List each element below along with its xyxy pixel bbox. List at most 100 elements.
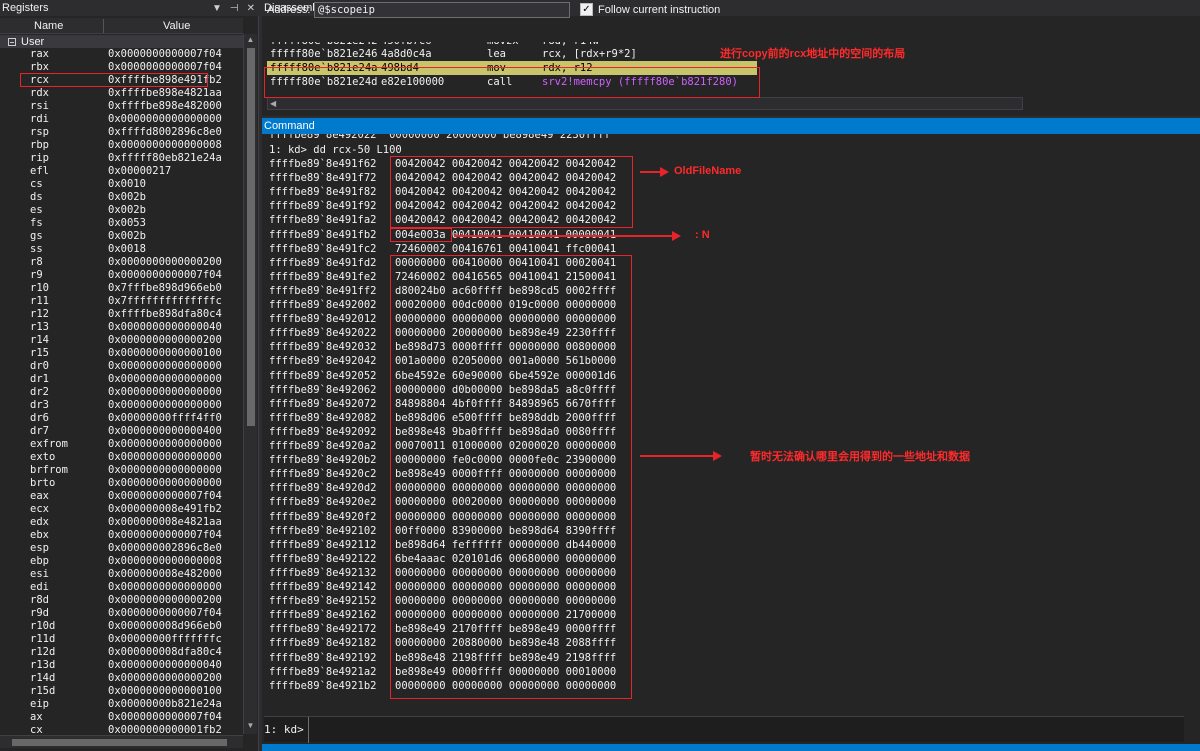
register-value[interactable]: 0x000000002896c8e0 (108, 542, 222, 555)
register-value[interactable]: 0x0000000000000000 (108, 386, 222, 399)
register-row-dr2[interactable]: dr2 0x0000000000000000 (0, 386, 243, 399)
command-input[interactable] (308, 717, 1178, 743)
register-value[interactable]: 0xffffd8002896c8e0 (108, 126, 222, 139)
register-value[interactable]: 0x002b (108, 230, 146, 243)
register-row-rbp[interactable]: rbp 0x0000000000000008 (0, 139, 243, 152)
register-row-r14d[interactable]: r14d 0x0000000000000200 (0, 672, 243, 685)
registers-horizontal-scrollbar[interactable] (0, 735, 243, 748)
register-value[interactable]: 0x0000000000000008 (108, 139, 222, 152)
register-row-r15[interactable]: r15 0x0000000000000100 (0, 347, 243, 360)
register-value[interactable]: 0x0000000000007f04 (108, 269, 222, 282)
register-row-fs[interactable]: fs 0x0053 (0, 217, 243, 230)
register-row-dr6[interactable]: dr6 0x00000000ffff4ff0 (0, 412, 243, 425)
register-row-es[interactable]: es 0x002b (0, 204, 243, 217)
register-value[interactable]: 0x000000008d966eb0 (108, 620, 222, 633)
register-value[interactable]: 0x0000000000000200 (108, 594, 222, 607)
register-value[interactable]: 0x0018 (108, 243, 146, 256)
register-row-efl[interactable]: efl 0x00000217 (0, 165, 243, 178)
register-row-dr7[interactable]: dr7 0x0000000000000400 (0, 425, 243, 438)
column-name-header[interactable]: Name (34, 20, 63, 32)
register-row-gs[interactable]: gs 0x002b (0, 230, 243, 243)
scrollbar-thumb[interactable] (12, 739, 227, 746)
register-row-exto[interactable]: exto 0x0000000000000000 (0, 451, 243, 464)
column-divider[interactable] (103, 19, 104, 33)
register-row-ecx[interactable]: ecx 0x000000008e491fb2 (0, 503, 243, 516)
register-row-r14[interactable]: r14 0x0000000000000200 (0, 334, 243, 347)
scroll-left-arrow[interactable]: ◀ (270, 98, 276, 109)
register-row-rsi[interactable]: rsi 0xffffbe898e482000 (0, 100, 243, 113)
register-row-rdi[interactable]: rdi 0x0000000000000000 (0, 113, 243, 126)
register-row-r11d[interactable]: r11d 0x00000000fffffffc (0, 633, 243, 646)
register-value[interactable]: 0xfffff80eb821e24a (108, 152, 222, 165)
register-row-exfrom[interactable]: exfrom 0x0000000000000000 (0, 438, 243, 451)
register-row-r8[interactable]: r8 0x0000000000000200 (0, 256, 243, 269)
scroll-down-arrow[interactable]: ▼ (244, 720, 257, 732)
register-row-eax[interactable]: eax 0x0000000000007f04 (0, 490, 243, 503)
register-row-r10[interactable]: r10 0x7fffbe898d966eb0 (0, 282, 243, 295)
register-value[interactable]: 0xffffbe898dfa80c4 (108, 308, 222, 321)
address-input[interactable] (314, 2, 570, 18)
register-group-user[interactable]: User (0, 35, 243, 48)
register-value[interactable]: 0x000000008e491fb2 (108, 503, 222, 516)
register-value[interactable]: 0x0000000000007f04 (108, 607, 222, 620)
register-row-rdx[interactable]: rdx 0xffffbe898e4821aa (0, 87, 243, 100)
pin-icon[interactable]: ⊣ (230, 3, 239, 14)
register-value[interactable]: 0x0000000000000200 (108, 256, 222, 269)
register-value[interactable]: 0x0000000000000000 (108, 373, 222, 386)
register-value[interactable]: 0x0000000000000000 (108, 464, 222, 477)
register-row-dr1[interactable]: dr1 0x0000000000000000 (0, 373, 243, 386)
disassembly-row[interactable]: fffff80e`b821e246 4a8d0c4a lea rcx, [rdx+r9… (267, 47, 1027, 61)
register-value[interactable]: 0x000000008dfa80c4 (108, 646, 222, 659)
register-row-eip[interactable]: eip 0x00000000b821e24a (0, 698, 243, 711)
register-value[interactable]: 0x00000000b821e24a (108, 698, 222, 711)
follow-instruction-checkbox[interactable]: ✓ (580, 3, 593, 16)
collapse-icon[interactable] (8, 37, 16, 46)
register-row-ebp[interactable]: ebp 0x0000000000000008 (0, 555, 243, 568)
register-value[interactable]: 0x0000000000000040 (108, 659, 222, 672)
register-value[interactable]: 0x0000000000000100 (108, 347, 222, 360)
register-value[interactable]: 0x000000008e4821aa (108, 516, 222, 529)
register-row-r11[interactable]: r11 0x7ffffffffffffffc (0, 295, 243, 308)
register-row-ebx[interactable]: ebx 0x0000000000007f04 (0, 529, 243, 542)
disassembly-horizontal-scrollbar[interactable]: ◀ (267, 97, 1023, 110)
register-value[interactable]: 0x0053 (108, 217, 146, 230)
register-row-r15d[interactable]: r15d 0x0000000000000100 (0, 685, 243, 698)
register-value[interactable]: 0x0000000000000200 (108, 334, 222, 347)
register-value[interactable]: 0x000000008e482000 (108, 568, 222, 581)
register-row-r9d[interactable]: r9d 0x0000000000007f04 (0, 607, 243, 620)
dropdown-icon[interactable]: ▼ (212, 3, 222, 14)
register-value[interactable]: 0x0000000000000000 (108, 113, 222, 126)
register-row-brto[interactable]: brto 0x0000000000000000 (0, 477, 243, 490)
register-value[interactable]: 0x7fffbe898d966eb0 (108, 282, 222, 295)
register-row-edi[interactable]: edi 0x0000000000000000 (0, 581, 243, 594)
register-row-ss[interactable]: ss 0x0018 (0, 243, 243, 256)
register-value[interactable]: 0x002b (108, 204, 146, 217)
register-value[interactable]: 0x0010 (108, 178, 146, 191)
register-value[interactable]: 0x00000000ffff4ff0 (108, 412, 222, 425)
register-row-dr3[interactable]: dr3 0x0000000000000000 (0, 399, 243, 412)
register-value[interactable]: 0x7ffffffffffffffc (108, 295, 222, 308)
register-row-rip[interactable]: rip 0xfffff80eb821e24a (0, 152, 243, 165)
register-value[interactable]: 0x0000000000000000 (108, 399, 222, 412)
scroll-up-arrow[interactable]: ▲ (244, 34, 257, 46)
register-value[interactable]: 0xffffbe898e482000 (108, 100, 222, 113)
register-value[interactable]: 0x0000000000000000 (108, 477, 222, 490)
register-value[interactable]: 0x0000000000000200 (108, 672, 222, 685)
column-value-header[interactable]: Value (163, 20, 190, 32)
register-row-r8d[interactable]: r8d 0x0000000000000200 (0, 594, 243, 607)
register-value[interactable]: 0x0000000000000400 (108, 425, 222, 438)
register-row-ax[interactable]: ax 0x0000000000007f04 (0, 711, 243, 724)
register-value[interactable]: 0x0000000000000100 (108, 685, 222, 698)
register-value[interactable]: 0xffffbe898e4821aa (108, 87, 222, 100)
command-input-area[interactable]: 1: kd> (264, 716, 1184, 743)
register-value[interactable]: 0x0000000000000000 (108, 581, 222, 594)
register-value[interactable]: 0x0000000000000008 (108, 555, 222, 568)
register-row-dr0[interactable]: dr0 0x0000000000000000 (0, 360, 243, 373)
register-value[interactable]: 0x0000000000007f04 (108, 48, 222, 61)
register-row-r9[interactable]: r9 0x0000000000007f04 (0, 269, 243, 282)
register-value[interactable]: 0x0000000000000000 (108, 360, 222, 373)
register-row-rsp[interactable]: rsp 0xffffd8002896c8e0 (0, 126, 243, 139)
registers-vertical-scrollbar[interactable]: ▲ ▼ (243, 34, 257, 734)
register-value[interactable]: 0x0000000000007f04 (108, 711, 222, 724)
register-row-r12d[interactable]: r12d 0x000000008dfa80c4 (0, 646, 243, 659)
